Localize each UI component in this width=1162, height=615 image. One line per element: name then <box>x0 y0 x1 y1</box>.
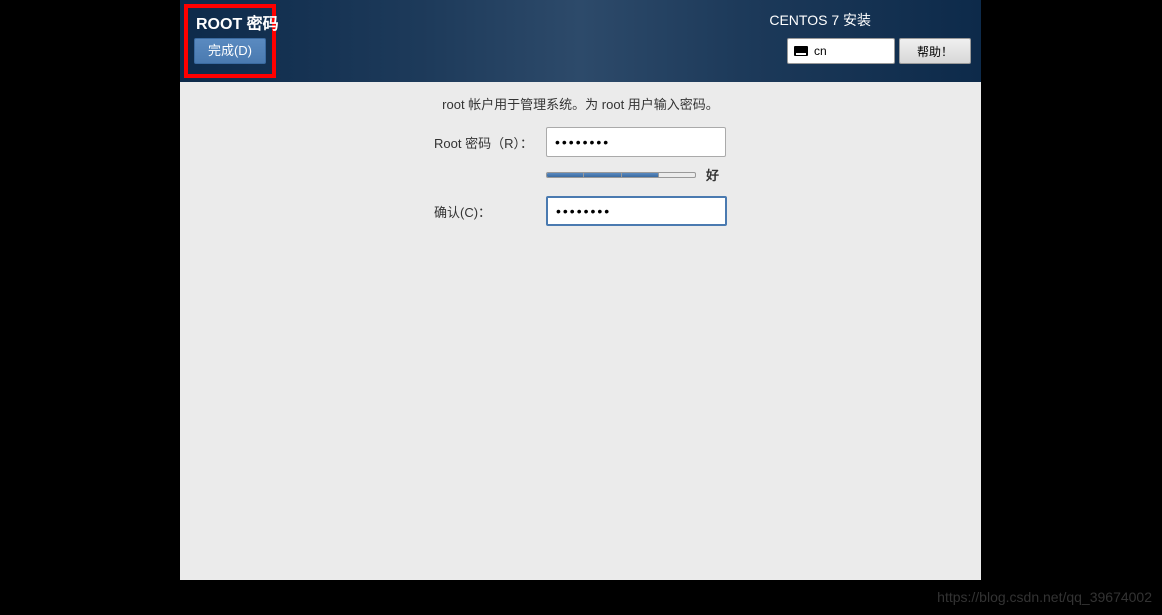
password-strength-meter <box>546 172 696 178</box>
help-button[interactable]: 帮助！ <box>899 38 971 64</box>
header-bar: ROOT 密码 完成(D) CENTOS 7 安装 cn 帮助！ <box>180 0 981 82</box>
confirm-password-input[interactable] <box>546 196 727 226</box>
installer-window: ROOT 密码 完成(D) CENTOS 7 安装 cn 帮助！ root 帐户… <box>180 0 981 580</box>
strength-label: 好 <box>706 165 719 184</box>
keyboard-layout-label: cn <box>814 44 827 58</box>
strength-segment <box>584 173 621 177</box>
header-left: ROOT 密码 完成(D) <box>180 0 279 82</box>
done-button[interactable]: 完成(D) <box>194 38 266 64</box>
keyboard-icon <box>794 46 808 56</box>
root-password-row: Root 密码（R）： <box>180 127 981 157</box>
watermark: https://blog.csdn.net/qq_39674002 <box>937 589 1152 605</box>
header-right-controls: cn 帮助！ <box>787 38 971 64</box>
root-password-label: Root 密码（R）： <box>434 133 546 152</box>
confirm-password-row: 确认(C)： <box>180 196 981 226</box>
installer-title: CENTOS 7 安装 <box>769 10 971 30</box>
strength-segment <box>622 173 659 177</box>
strength-segment <box>659 173 695 177</box>
strength-segment <box>547 173 584 177</box>
page-title: ROOT 密码 <box>180 0 279 34</box>
content-area: root 帐户用于管理系统。为 root 用户输入密码。 Root 密码（R）：… <box>180 82 981 226</box>
instruction-text: root 帐户用于管理系统。为 root 用户输入密码。 <box>180 94 981 113</box>
header-right: CENTOS 7 安装 cn 帮助！ <box>769 0 981 82</box>
confirm-password-label: 确认(C)： <box>434 202 546 221</box>
keyboard-indicator[interactable]: cn <box>787 38 895 64</box>
password-strength-row: 好 <box>180 165 981 184</box>
root-password-input[interactable] <box>546 127 726 157</box>
